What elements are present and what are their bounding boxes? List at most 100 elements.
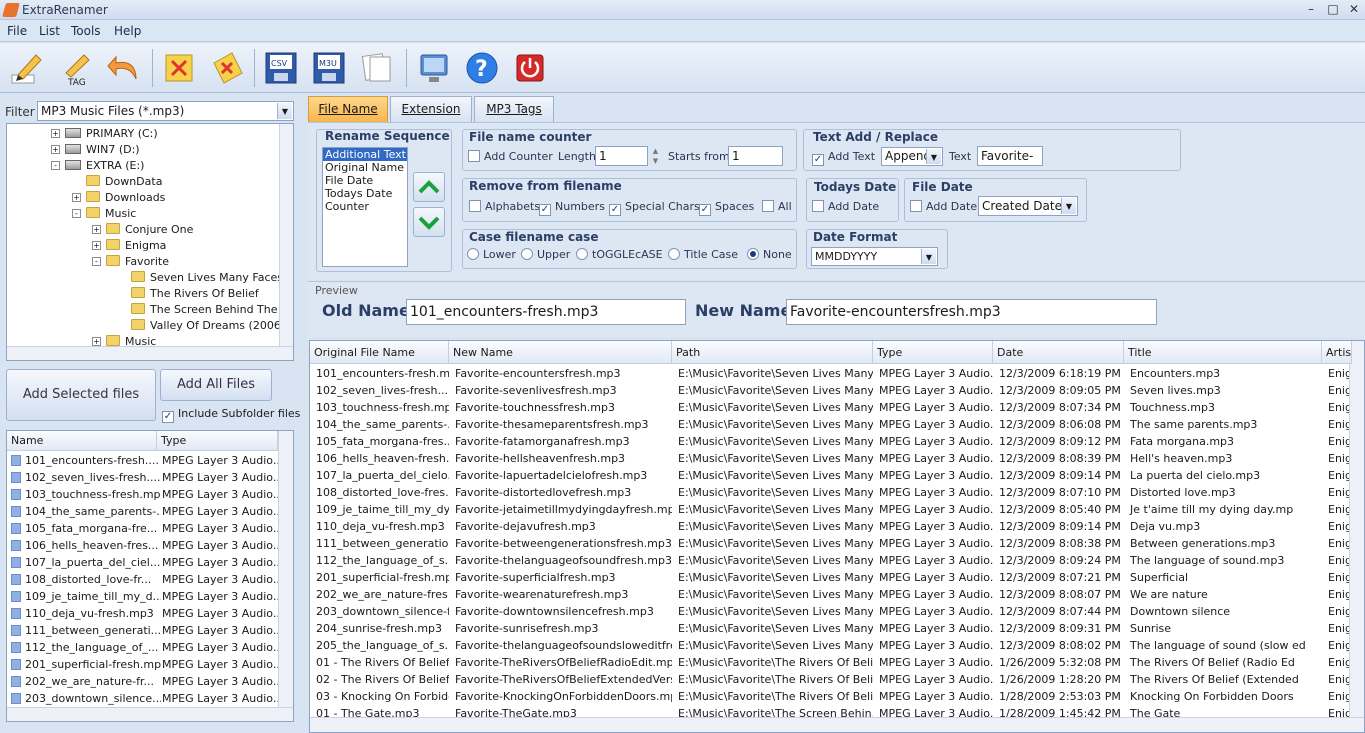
sequence-item[interactable]: Original Name <box>323 161 407 174</box>
remove-option[interactable]: ✓ Special Chars. <box>609 200 703 216</box>
power-icon[interactable] <box>511 49 549 87</box>
close-button[interactable]: ✕ <box>1343 1 1365 17</box>
expand-icon[interactable]: + <box>92 241 101 250</box>
rename-sequence-list[interactable]: Additional Text Original Name File Date Tod… <box>322 147 408 267</box>
list-item[interactable]: 103_touchness-fresh.mp3 MPEG Layer 3 Audi… <box>7 486 278 503</box>
chevron-down-icon[interactable]: ▼ <box>1061 198 1076 214</box>
todays-date-option[interactable]: Add Date <box>812 200 879 213</box>
copy-pages-icon[interactable] <box>358 49 396 87</box>
tree-node[interactable]: + Conjure One <box>92 222 193 238</box>
case-option[interactable]: Upper <box>521 248 570 261</box>
menu-help[interactable]: Help <box>114 24 141 38</box>
case-option[interactable]: Title Case <box>668 248 738 261</box>
sequence-item[interactable]: Todays Date <box>323 187 407 200</box>
grid-vertical-scrollbar[interactable] <box>1349 341 1364 717</box>
source-file-list[interactable]: Name Type 101_encounters-fresh.... MPEG L… <box>6 430 294 722</box>
table-row[interactable]: 111_between_generatio... Favorite-between… <box>310 535 1352 552</box>
csv-export-icon[interactable]: CSV <box>262 49 300 87</box>
collapse-icon[interactable]: - <box>92 257 101 266</box>
table-row[interactable]: 109_je_taime_till_my_dy... Favorite-jetai… <box>310 501 1352 518</box>
file-date-option[interactable]: Add Date <box>910 200 977 213</box>
case-option-radio[interactable] <box>467 248 479 260</box>
tree-node[interactable]: The Screen Behind The Mirr <box>117 302 293 318</box>
sequence-item[interactable]: Counter <box>323 200 407 213</box>
column-header-artist[interactable]: Artis <box>1322 341 1352 364</box>
case-option-radio[interactable] <box>668 248 680 260</box>
column-header-title[interactable]: Title <box>1124 341 1322 364</box>
length-input[interactable]: 1 <box>595 146 648 166</box>
table-row[interactable]: 108_distorted_love-fres... Favorite-disto… <box>310 484 1352 501</box>
tree-vertical-scrollbar[interactable] <box>279 124 293 346</box>
move-down-button[interactable] <box>413 207 445 237</box>
include-subfolder-option[interactable]: ✓ Include Subfolder files <box>162 407 300 423</box>
list-item[interactable]: 112_the_language_of_... MPEG Layer 3 Audi… <box>7 639 278 656</box>
clear-all-icon[interactable] <box>208 49 246 87</box>
table-row[interactable]: 201_superficial-fresh.mp3 Favorite-superf… <box>310 569 1352 586</box>
remove-option[interactable]: ✓ Numbers <box>539 200 605 216</box>
tab-extension[interactable]: Extension <box>390 96 472 122</box>
table-row[interactable]: 205_the_language_of_s... Favorite-thelang… <box>310 637 1352 654</box>
table-row[interactable]: 204_sunrise-fresh.mp3 Favorite-sunrisefre… <box>310 620 1352 637</box>
menu-list[interactable]: List <box>39 24 60 38</box>
tree-node[interactable]: Valley Of Dreams (2006) <box>117 318 285 334</box>
chevron-down-icon[interactable]: ▼ <box>277 103 292 119</box>
table-row[interactable]: 104_the_same_parents-... Favorite-thesame… <box>310 416 1352 433</box>
table-row[interactable]: 106_hells_heaven-fresh... Favorite-hellsh… <box>310 450 1352 467</box>
add-counter-option[interactable]: Add Counter <box>468 150 553 163</box>
maximize-button[interactable]: □ <box>1322 1 1344 17</box>
m3u-export-icon[interactable]: M3U <box>310 49 348 87</box>
list-item[interactable]: 106_hells_heaven-fres... MPEG Layer 3 Aud… <box>7 537 278 554</box>
tree-node[interactable]: - EXTRA (E:) <box>51 158 144 174</box>
starts-from-input[interactable]: 1 <box>728 146 783 166</box>
grid-horizontal-scrollbar[interactable] <box>310 717 1364 732</box>
include-subfolder-checkbox[interactable]: ✓ <box>162 411 174 423</box>
filter-dropdown[interactable]: MP3 Music Files (*.mp3) ▼ <box>37 101 294 121</box>
table-row[interactable]: 02 - The Rivers Of Belief ... Favorite-Th… <box>310 671 1352 688</box>
list-item[interactable]: 104_the_same_parents-... MPEG Layer 3 Aud… <box>7 503 278 520</box>
table-row[interactable]: 03 - Knocking On Forbidd... Favorite-Knoc… <box>310 688 1352 705</box>
help-icon[interactable]: ? <box>463 49 501 87</box>
rename-pencil-icon[interactable] <box>8 49 46 87</box>
tree-node[interactable]: Seven Lives Many Faces <box>117 270 283 286</box>
new-name-field[interactable]: Favorite-encountersfresh.mp3 <box>786 299 1157 325</box>
undo-arrow-icon[interactable] <box>106 49 144 87</box>
move-up-button[interactable] <box>413 172 445 202</box>
table-row[interactable]: 107_la_puerta_del_cielo... Favorite-lapue… <box>310 467 1352 484</box>
expand-icon[interactable]: + <box>51 129 60 138</box>
sequence-item[interactable]: Additional Text <box>323 148 407 161</box>
old-name-field[interactable]: 101_encounters-fresh.mp3 <box>406 299 686 325</box>
file-date-checkbox[interactable] <box>910 200 922 212</box>
table-row[interactable]: 105_fata_morgana-fres... Favorite-fatamor… <box>310 433 1352 450</box>
list-item[interactable]: 109_je_taime_till_my_d... MPEG Layer 3 Au… <box>7 588 278 605</box>
remove-option[interactable]: Alphabets <box>469 200 540 213</box>
case-option[interactable]: tOGGLEcASE <box>576 248 663 261</box>
table-row[interactable]: 103_touchness-fresh.mp3 Favorite-touchnes… <box>310 399 1352 416</box>
expand-icon[interactable]: + <box>92 225 101 234</box>
list-item[interactable]: 107_la_puerta_del_ciel... MPEG Layer 3 Au… <box>7 554 278 571</box>
list-item[interactable]: 111_between_generati... MPEG Layer 3 Audi… <box>7 622 278 639</box>
tag-rename-icon[interactable]: TAG <box>58 49 96 87</box>
add-all-files-button[interactable]: Add All Files <box>160 369 272 401</box>
file-date-dropdown[interactable]: Created Date ▼ <box>978 196 1078 216</box>
chevron-down-icon[interactable]: ▼ <box>926 149 941 164</box>
table-row[interactable]: 101_encounters-fresh.mp3 Favorite-encount… <box>310 365 1352 382</box>
case-option[interactable]: None <box>747 248 792 261</box>
tree-horizontal-scrollbar[interactable] <box>7 346 293 360</box>
table-row[interactable]: 01 - The Rivers Of Belief ... Favorite-Th… <box>310 654 1352 671</box>
collapse-icon[interactable]: - <box>72 209 81 218</box>
tree-node[interactable]: + Downloads <box>72 190 165 206</box>
list-item[interactable]: 201_superficial-fresh.mp3 MPEG Layer 3 Au… <box>7 656 278 673</box>
column-header-path[interactable]: Path <box>672 341 873 364</box>
todays-date-checkbox[interactable] <box>812 200 824 212</box>
remove-option[interactable]: ✓ Spaces <box>699 200 754 216</box>
case-option[interactable]: Lower <box>467 248 516 261</box>
clear-selection-icon[interactable] <box>160 49 198 87</box>
expand-icon[interactable]: + <box>72 193 81 202</box>
add-selected-files-button[interactable]: Add Selected files <box>6 369 156 421</box>
remove-option-checkbox[interactable] <box>469 200 481 212</box>
remove-option[interactable]: All <box>762 200 792 213</box>
file-list-vertical-scrollbar[interactable] <box>278 431 293 707</box>
expand-icon[interactable]: + <box>92 337 101 346</box>
list-item[interactable]: 202_we_are_nature-fr... MPEG Layer 3 Audi… <box>7 673 278 690</box>
tab-mp3-tags[interactable]: MP3 Tags <box>474 96 554 122</box>
